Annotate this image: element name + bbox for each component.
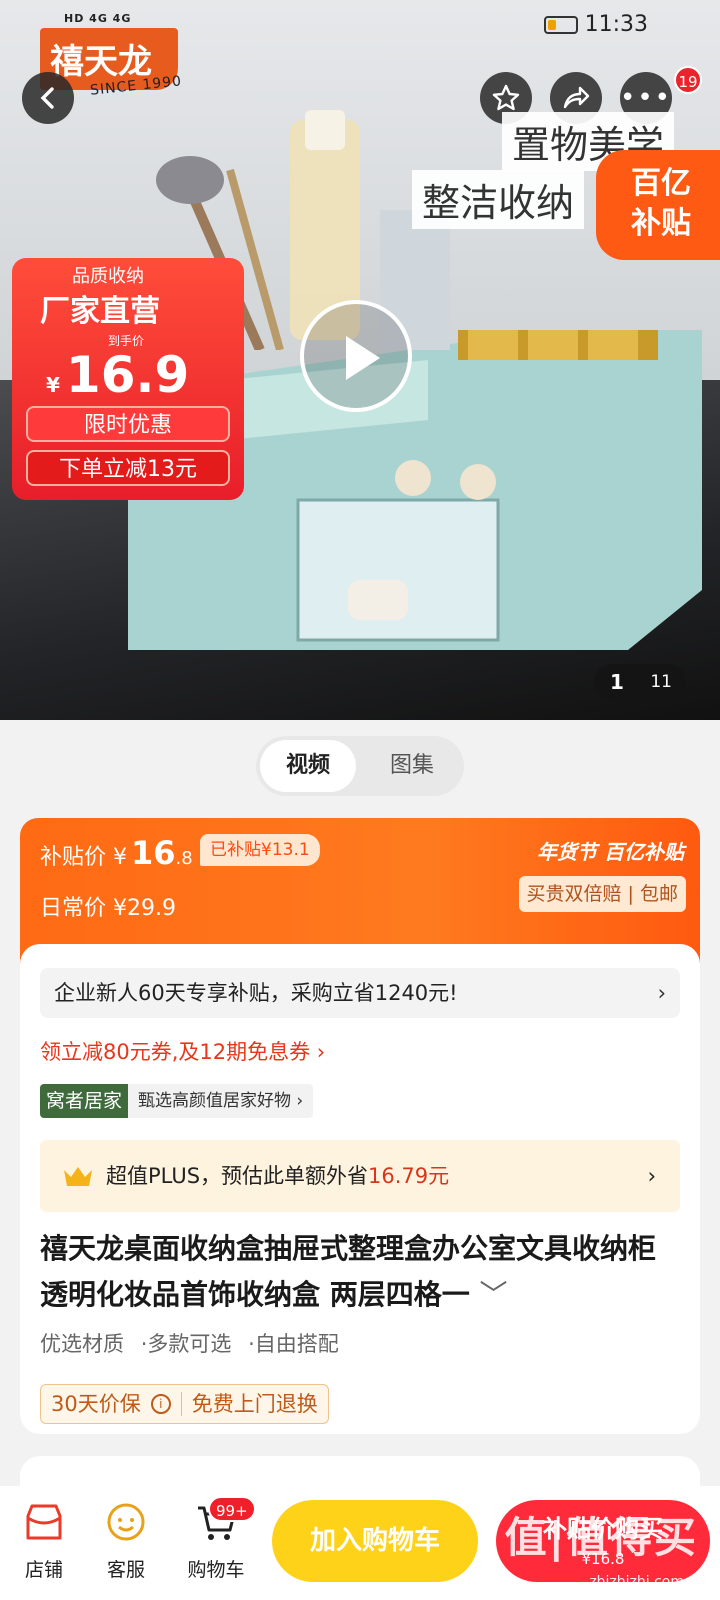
promo-line2: 厂家直营	[40, 294, 160, 329]
store-tag[interactable]: 窝者居家 甄选高颜值居家好物 ›	[40, 1084, 314, 1118]
cart-count-badge: 99+	[208, 1496, 256, 1522]
subsidy-price-dec: .8	[175, 848, 193, 869]
back-button[interactable]	[22, 72, 74, 124]
star-icon	[492, 84, 520, 111]
add-to-cart-button[interactable]: 加入购物车	[272, 1500, 478, 1582]
subsidy-price-int: 16	[131, 834, 176, 872]
subsidy-price-label: 补贴价	[40, 845, 107, 870]
guarantee-badge[interactable]: 买贵双倍赔 | 包邮	[518, 876, 686, 912]
play-video-button[interactable]	[300, 300, 412, 412]
signal-indicators: HD 4G 4G	[64, 12, 132, 25]
nav-store[interactable]: 店铺	[4, 1500, 84, 1582]
enterprise-notice-text: 企业新人60天专享补贴，采购立省1240元!	[54, 981, 458, 1005]
coupon-link[interactable]: 领立减80元券,及12期免息券 ›	[40, 1036, 325, 1066]
promo-price-value: 16.9	[65, 346, 190, 404]
tab-gallery[interactable]: 图集	[364, 740, 460, 792]
promo-pill-discount: 下单立减13元	[26, 450, 230, 486]
product-title[interactable]: 禧天龙桌面收纳盒抽屉式整理盒办公室文具收纳柜透明化妆品首饰收纳盒 两层四格一 ﹀	[40, 1226, 680, 1318]
subsidy-badge-line1: 百亿	[631, 166, 691, 201]
nav-service-label: 客服	[106, 1559, 145, 1581]
store-tag-group: 窝者居家	[40, 1084, 129, 1118]
daily-price: 日常价 ¥29.9	[40, 890, 176, 922]
crown-icon	[64, 1167, 92, 1186]
customer-service-icon	[107, 1503, 145, 1541]
daily-price-label: 日常价	[40, 896, 107, 921]
nav-store-label: 店铺	[24, 1559, 63, 1581]
enterprise-notice[interactable]: 企业新人60天专享补贴，采购立省1240元! ›	[40, 968, 680, 1018]
watermark-logo: 值|值得买	[504, 1513, 698, 1562]
plus-savings-text: 超值PLUS，预估此单额外省	[106, 1164, 369, 1188]
plus-savings-banner[interactable]: 超值PLUS，预估此单额外省16.79元 ›	[40, 1140, 680, 1212]
promo-sticker: 品质收纳 厂家直营 到手价 ¥16.9 限时优惠 下单立减13元	[12, 250, 244, 500]
daily-price-value: ¥29.9	[113, 896, 176, 921]
store-tag-text: 甄选高颜值居家好物 ›	[128, 1084, 314, 1118]
feature-item: 优选材质	[40, 1332, 124, 1356]
chevron-left-icon	[40, 87, 54, 109]
clock: 11:33	[584, 12, 648, 37]
chevron-down-icon: ﹀	[479, 1278, 508, 1311]
promo-currency: ¥	[46, 373, 60, 397]
pager-total: 11	[650, 672, 672, 692]
product-info-card: 企业新人60天专享补贴，采购立省1240元! › 领立减80元券,及12期免息券…	[20, 944, 700, 1434]
subsidy-price: 补贴价 ¥16.8	[40, 834, 193, 872]
media-tabs: 视频 图集	[256, 736, 464, 796]
more-dots-icon: •••	[620, 83, 673, 113]
promo-line1: 品质收纳	[72, 266, 144, 287]
divider	[180, 1392, 182, 1416]
tagline-2: 整洁收纳	[412, 170, 585, 229]
subsidy-badge-line2: 补贴	[631, 206, 691, 241]
watermark-url: zhizhizhi.com	[589, 1574, 684, 1590]
service-guarantees[interactable]: 30天价保 i 免费上门退换	[40, 1384, 329, 1424]
info-icon[interactable]: i	[150, 1394, 171, 1414]
event-subsidy-link[interactable]: 年货节 百亿补贴	[537, 836, 684, 865]
product-gallery[interactable]: HD 4G 4G 11:33 禧天龙 SINCE 1990 ••• 19 置物美…	[0, 0, 720, 720]
feature-item: ·多款可选	[140, 1332, 232, 1356]
tab-video[interactable]: 视频	[260, 740, 356, 792]
gallery-pager: 1 11	[594, 664, 686, 700]
product-title-text: 禧天龙桌面收纳盒抽屉式整理盒办公室文具收纳柜透明化妆品首饰收纳盒 两层四格一	[40, 1232, 657, 1311]
service-price-protect: 30天价保	[51, 1392, 141, 1416]
subsidy-currency: ¥	[113, 845, 128, 870]
chevron-right-icon: ›	[657, 981, 666, 1005]
service-free-return: 免费上门退换	[191, 1392, 318, 1416]
battery-icon	[544, 16, 578, 34]
subsidized-amount-tag: 已补贴¥13.1	[200, 834, 320, 866]
promo-price: ¥16.9	[46, 346, 189, 404]
feature-list: 优选材质 ·多款可选 ·自由搭配	[40, 1328, 349, 1358]
share-icon	[563, 86, 590, 109]
nav-cart-label: 购物车	[187, 1559, 245, 1581]
feature-item: ·自由搭配	[248, 1332, 339, 1356]
plus-savings-amount: 16.79元	[368, 1164, 450, 1188]
billion-subsidy-badge: 百亿 补贴	[596, 150, 720, 260]
promo-pill-limited: 限时优惠	[26, 406, 230, 442]
notification-badge: 19	[674, 66, 702, 94]
pager-current: 1	[610, 670, 624, 694]
chevron-right-icon: ›	[647, 1164, 656, 1188]
store-icon	[26, 1504, 62, 1540]
nav-service[interactable]: 客服	[86, 1500, 166, 1582]
